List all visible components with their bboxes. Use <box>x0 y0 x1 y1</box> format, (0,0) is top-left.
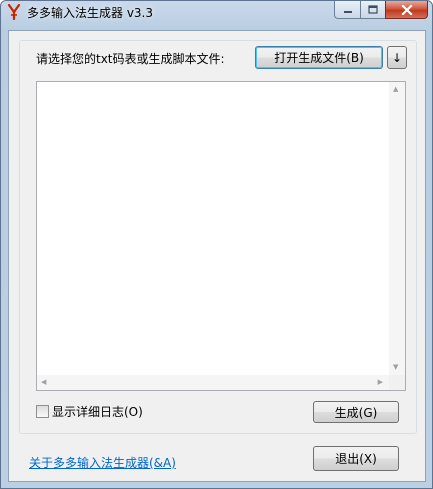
generate-button[interactable]: 生成(G) <box>313 401 399 423</box>
app-logo-icon <box>7 4 21 20</box>
close-icon <box>400 4 413 15</box>
scroll-down-arrow-icon[interactable]: ▼ <box>393 364 398 371</box>
app-window: 多多输入法生成器 v3.3 请选择您的txt码表或生成脚本文件: 打开生成文件(… <box>0 0 433 489</box>
show-log-checkbox[interactable] <box>36 405 49 418</box>
scrollbar-corner <box>389 375 405 390</box>
scroll-up-arrow-icon[interactable]: ▲ <box>393 86 398 93</box>
minimize-button[interactable] <box>334 1 360 19</box>
maximize-icon <box>368 5 378 14</box>
down-arrow-icon: ↓ <box>391 50 403 65</box>
title-bar[interactable]: 多多输入法生成器 v3.3 <box>1 1 432 23</box>
vertical-scrollbar[interactable]: ▲ ▼ <box>389 82 405 375</box>
file-prompt-label: 请选择您的txt码表或生成脚本文件: <box>36 52 225 66</box>
show-log-label[interactable]: 显示详细日志(O) <box>52 403 143 420</box>
exit-button[interactable]: 退出(X) <box>313 446 399 471</box>
scroll-right-arrow-icon[interactable]: ▶ <box>378 379 383 386</box>
minimize-icon <box>343 10 352 13</box>
maximize-button[interactable] <box>360 1 385 19</box>
about-link[interactable]: 关于多多输入法生成器(&A) <box>29 454 176 471</box>
close-button[interactable] <box>385 1 428 19</box>
show-log-checkbox-row[interactable]: 显示详细日志(O) <box>36 403 143 420</box>
window-title: 多多输入法生成器 v3.3 <box>27 6 154 20</box>
caption-buttons <box>334 1 428 19</box>
horizontal-scrollbar[interactable]: ◀ ▶ <box>37 375 389 390</box>
log-textarea[interactable]: ▲ ▼ ◀ ▶ <box>36 81 406 391</box>
open-file-button[interactable]: 打开生成文件(B) <box>255 46 383 69</box>
dropdown-arrow-button[interactable]: ↓ <box>387 46 407 69</box>
scroll-left-arrow-icon[interactable]: ◀ <box>41 379 46 386</box>
client-area: 请选择您的txt码表或生成脚本文件: 打开生成文件(B) ↓ ▲ ▼ ◀ ▶ 显… <box>8 30 426 482</box>
